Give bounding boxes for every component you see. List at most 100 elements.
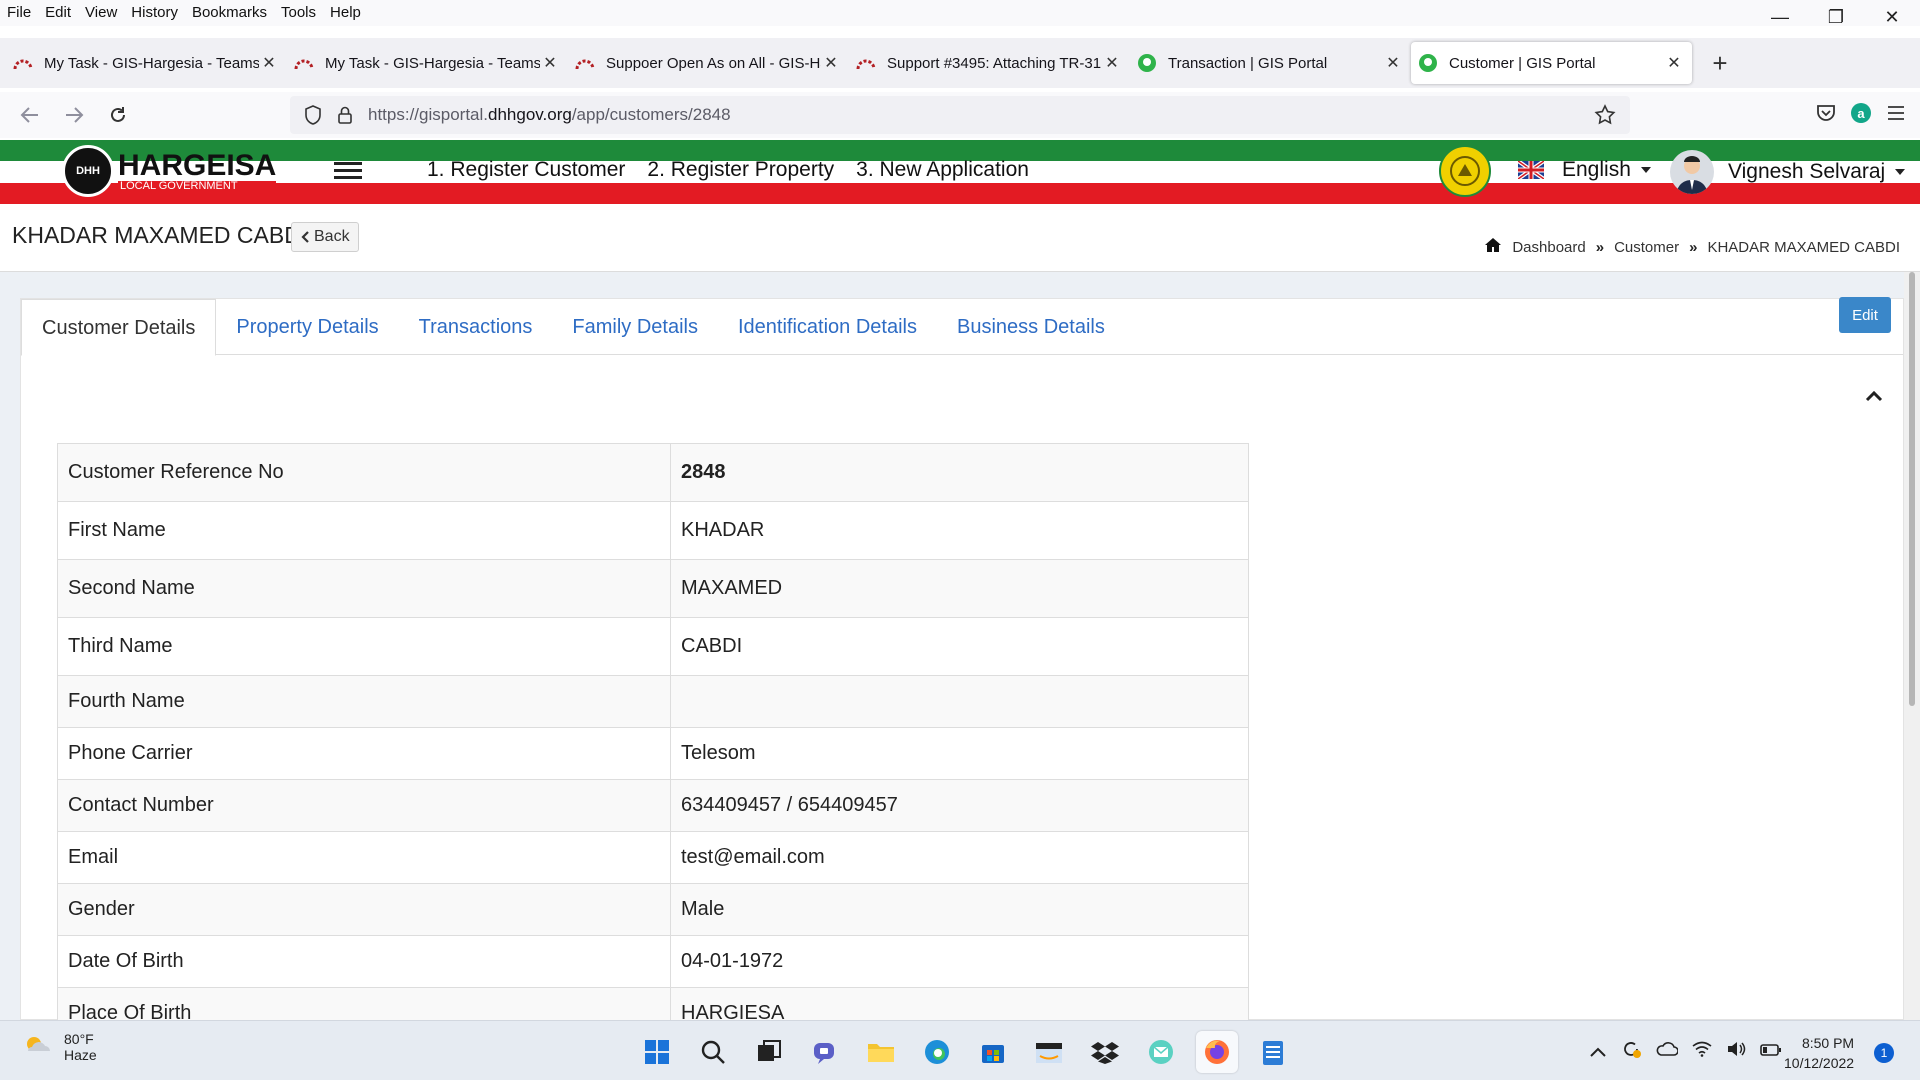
- field-value: Male: [670, 883, 1249, 936]
- breadcrumb-dashboard[interactable]: Dashboard: [1512, 239, 1585, 256]
- firefox-icon[interactable]: [1196, 1031, 1238, 1073]
- chevron-up-icon[interactable]: [1865, 389, 1883, 407]
- field-label: First Name: [57, 501, 671, 560]
- minimize-button[interactable]: —: [1752, 0, 1808, 34]
- nav-new-application[interactable]: 3. New Application: [856, 158, 1029, 182]
- microsoft-store-icon[interactable]: [972, 1031, 1014, 1073]
- shield-icon[interactable]: [298, 105, 328, 125]
- nav-register-customer[interactable]: 1. Register Customer: [427, 158, 625, 182]
- weather-widget[interactable]: 80°F Haze: [22, 1031, 97, 1063]
- language-dropdown[interactable]: English: [1518, 158, 1651, 182]
- tab-title: My Task - GIS-Hargesia - Teams: [44, 54, 259, 72]
- page-scrollbar[interactable]: [1904, 272, 1920, 1020]
- url-host: dhhgov.org: [488, 105, 572, 124]
- table-row: First Name KHADAR: [57, 501, 1249, 560]
- page-title: KHADAR MAXAMED CABDI: [12, 222, 308, 248]
- table-row: Phone Carrier Telesom: [57, 727, 1249, 780]
- field-label: Fourth Name: [57, 675, 671, 728]
- back-button[interactable]: Back: [291, 222, 359, 252]
- tab-property-details[interactable]: Property Details: [216, 299, 398, 355]
- windows-start-icon[interactable]: [636, 1031, 678, 1073]
- edit-button[interactable]: Edit: [1839, 297, 1891, 333]
- menu-view[interactable]: View: [78, 0, 124, 26]
- back-arrow-icon[interactable]: [8, 96, 52, 134]
- tab-transactions[interactable]: Transactions: [399, 299, 553, 355]
- notification-badge[interactable]: 1: [1874, 1043, 1894, 1063]
- menu-help[interactable]: Help: [323, 0, 368, 26]
- new-tab-button[interactable]: +: [1700, 48, 1740, 79]
- mail-app-icon[interactable]: [1140, 1031, 1182, 1073]
- reload-icon[interactable]: [96, 96, 140, 134]
- tab-identification-details[interactable]: Identification Details: [718, 299, 937, 355]
- field-label: Email: [57, 831, 671, 884]
- restore-button[interactable]: ❐: [1808, 0, 1864, 34]
- browser-tab[interactable]: Transaction | GIS Portal ✕: [1130, 42, 1411, 84]
- menu-file[interactable]: File: [0, 0, 38, 26]
- menu-bookmarks[interactable]: Bookmarks: [185, 0, 274, 26]
- browser-tab[interactable]: Support #3495: Attaching TR-31 ✕: [849, 42, 1130, 84]
- tab-close-icon[interactable]: ✕: [821, 53, 841, 73]
- battery-icon[interactable]: [1760, 1041, 1782, 1062]
- bookmark-star-icon[interactable]: [1590, 104, 1620, 126]
- tab-close-icon[interactable]: ✕: [259, 53, 279, 73]
- onedrive-cloud-icon[interactable]: [1656, 1041, 1679, 1062]
- redmine-icon: [12, 52, 34, 74]
- field-label: Contact Number: [57, 779, 671, 832]
- extension-icon[interactable]: a: [1850, 102, 1872, 129]
- tab-family-details[interactable]: Family Details: [552, 299, 718, 355]
- browser-tab[interactable]: Suppoer Open As on All - GIS-Ha ✕: [568, 42, 849, 84]
- forward-arrow-icon[interactable]: [52, 96, 96, 134]
- tab-business-details[interactable]: Business Details: [937, 299, 1125, 355]
- table-row: Gender Male: [57, 883, 1249, 936]
- task-view-icon[interactable]: [748, 1031, 790, 1073]
- nav-register-property[interactable]: 2. Register Property: [647, 158, 834, 182]
- chevron-up-icon[interactable]: [1590, 1041, 1606, 1062]
- scrollbar-thumb[interactable]: [1909, 272, 1915, 706]
- amazon-icon[interactable]: [1028, 1031, 1070, 1073]
- browser-tab[interactable]: My Task - GIS-Hargesia - Teams ✕: [287, 42, 568, 84]
- field-value: CABDI: [670, 617, 1249, 676]
- tab-close-icon[interactable]: ✕: [540, 53, 560, 73]
- pocket-icon[interactable]: [1816, 104, 1836, 127]
- customer-panel: Customer Details Property Details Transa…: [20, 297, 1904, 1040]
- tab-close-icon[interactable]: ✕: [1664, 53, 1684, 73]
- menu-edit[interactable]: Edit: [38, 0, 78, 26]
- dropbox-icon[interactable]: [1084, 1031, 1126, 1073]
- close-window-button[interactable]: ✕: [1864, 0, 1920, 34]
- browser-tab-active[interactable]: Customer | GIS Portal ✕: [1411, 42, 1692, 84]
- weather-temp: 80°F: [64, 1031, 94, 1047]
- hamburger-menu-icon[interactable]: [334, 162, 362, 183]
- field-value: [670, 675, 1249, 728]
- window-controls: — ❐ ✕: [1752, 0, 1920, 34]
- user-menu[interactable]: Vignesh Selvaraj: [1670, 150, 1906, 194]
- teams-chat-icon[interactable]: [804, 1031, 846, 1073]
- browser-navbar: https://gisportal.dhhgov.org/app/custome…: [0, 92, 1920, 138]
- field-label: Customer Reference No: [57, 443, 671, 502]
- uk-flag-icon: [1518, 161, 1544, 179]
- wifi-icon[interactable]: [1692, 1041, 1712, 1062]
- tab-customer-details[interactable]: Customer Details: [21, 299, 217, 356]
- toolbar-right: a: [1816, 96, 1906, 134]
- volume-icon[interactable]: [1726, 1040, 1746, 1063]
- sync-icon[interactable]: [1620, 1039, 1642, 1064]
- field-value: 2848: [670, 443, 1249, 502]
- field-value: 634409457 / 654409457: [670, 779, 1249, 832]
- lock-icon[interactable]: [330, 106, 360, 124]
- hargeisa-logo[interactable]: DHH HARGEISA LOCAL GOVERNMENT: [62, 145, 277, 197]
- app-menu-icon[interactable]: [1886, 105, 1906, 126]
- system-clock[interactable]: 8:50 PM 10/12/2022: [1784, 1033, 1854, 1073]
- url-bar[interactable]: https://gisportal.dhhgov.org/app/custome…: [290, 96, 1630, 134]
- file-explorer-icon[interactable]: [860, 1031, 902, 1073]
- top-nav: 1. Register Customer 2. Register Propert…: [427, 158, 1029, 182]
- breadcrumb-customer[interactable]: Customer: [1614, 239, 1679, 256]
- tab-close-icon[interactable]: ✕: [1383, 53, 1403, 73]
- notepad-icon[interactable]: [1252, 1031, 1294, 1073]
- edge-icon[interactable]: [916, 1031, 958, 1073]
- gis-portal-icon: [1136, 52, 1158, 74]
- tab-close-icon[interactable]: ✕: [1102, 53, 1122, 73]
- menu-tools[interactable]: Tools: [274, 0, 323, 26]
- browser-tab[interactable]: My Task - GIS-Hargesia - Teams ✕: [6, 42, 287, 84]
- menu-history[interactable]: History: [124, 0, 185, 26]
- svg-text:a: a: [1857, 106, 1865, 121]
- search-icon[interactable]: [692, 1031, 734, 1073]
